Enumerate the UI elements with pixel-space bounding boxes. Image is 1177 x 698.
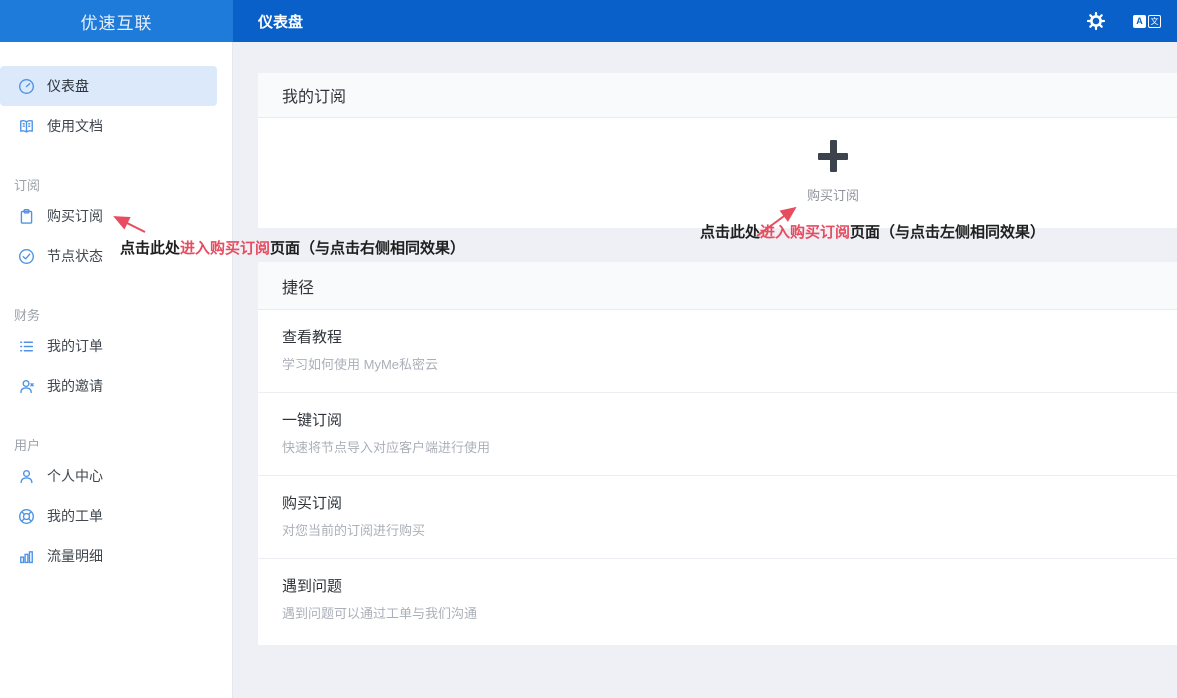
shortcuts-card: 捷径 查看教程 学习如何使用 MyMe私密云 一键订阅 快速将节点导入对应客户端…: [258, 262, 1177, 645]
buy-subscription-button[interactable]: 购买订阅: [807, 140, 859, 204]
annotation-highlight: 进入购买订阅: [760, 224, 850, 241]
sidebar-section-user: 用户: [0, 436, 232, 456]
sidebar-item-label: 我的工单: [47, 506, 103, 526]
lifebuoy-icon: [18, 508, 35, 525]
sidebar-item-docs[interactable]: 使用文档: [0, 106, 232, 146]
shortcut-subtitle: 快速将节点导入对应客户端进行使用: [282, 437, 1153, 456]
sidebar-item-label: 仪表盘: [47, 76, 89, 96]
sidebar-item-label: 我的订单: [47, 336, 103, 356]
shortcut-have-problem[interactable]: 遇到问题 遇到问题可以通过工单与我们沟通: [258, 559, 1177, 642]
shortcut-subtitle: 对您当前的订阅进行购买: [282, 520, 1153, 539]
sidebar-item-label: 节点状态: [47, 246, 103, 266]
annotation-text: 页面（与点击右侧相同效果）: [270, 240, 465, 257]
sidebar-section-subscription: 订阅: [0, 176, 232, 196]
my-subscription-card: 我的订阅: [258, 73, 1177, 228]
sidebar-item-label: 购买订阅: [47, 206, 103, 226]
shortcut-title: 一键订阅: [282, 409, 1153, 430]
sidebar: 仪表盘 使用文档 订阅 购买订阅 节点状态 财务: [0, 42, 233, 698]
sidebar-section-finance: 财务: [0, 306, 232, 326]
translate-cjk-glyph: 文: [1148, 15, 1161, 28]
sidebar-item-buy-subscription[interactable]: 购买订阅: [0, 196, 232, 236]
shortcut-title: 遇到问题: [282, 575, 1153, 596]
bar-chart-icon: [18, 548, 35, 565]
shortcut-subtitle: 遇到问题可以通过工单与我们沟通: [282, 603, 1153, 622]
sidebar-item-traffic-detail[interactable]: 流量明细: [0, 536, 232, 576]
gear-icon[interactable]: [1085, 10, 1107, 32]
shortcuts-title: 捷径: [258, 262, 1177, 310]
brand-logo: 优速互联: [0, 0, 233, 42]
shortcut-view-tutorial[interactable]: 查看教程 学习如何使用 MyMe私密云: [258, 310, 1177, 393]
page-title: 仪表盘: [258, 0, 303, 42]
my-subscription-title: 我的订阅: [258, 73, 1177, 118]
sidebar-item-profile[interactable]: 个人中心: [0, 456, 232, 496]
sidebar-item-label: 我的邀请: [47, 376, 103, 396]
topbar: 优速互联 仪表盘 A 文: [0, 0, 1177, 42]
shortcut-subtitle: 学习如何使用 MyMe私密云: [282, 354, 1153, 373]
shortcut-title: 查看教程: [282, 326, 1153, 347]
sidebar-item-label: 使用文档: [47, 116, 103, 136]
book-icon: [18, 118, 35, 135]
order-list-icon: [18, 338, 35, 355]
translate-latin-glyph: A: [1133, 15, 1146, 28]
shortcut-buy-subscription[interactable]: 购买订阅 对您当前的订阅进行购买: [258, 476, 1177, 559]
sidebar-item-label: 个人中心: [47, 466, 103, 486]
sidebar-item-label: 流量明细: [47, 546, 103, 566]
annotation-highlight: 进入购买订阅: [180, 240, 270, 257]
check-circle-icon: [18, 248, 35, 265]
clipboard-icon: [18, 208, 35, 225]
annotation-left: 点击此处进入购买订阅页面（与点击右侧相同效果）: [120, 237, 465, 258]
shortcut-title: 购买订阅: [282, 492, 1153, 513]
topbar-actions: A 文: [1085, 0, 1161, 42]
user-icon: [18, 468, 35, 485]
sidebar-item-dashboard[interactable]: 仪表盘: [0, 66, 217, 106]
plus-icon: [817, 140, 849, 172]
sidebar-item-my-orders[interactable]: 我的订单: [0, 326, 232, 366]
buy-subscription-label: 购买订阅: [807, 185, 859, 204]
shortcut-one-click-subscribe[interactable]: 一键订阅 快速将节点导入对应客户端进行使用: [258, 393, 1177, 476]
annotation-text: 点击此处: [700, 224, 760, 241]
annotation-text: 页面（与点击左侧相同效果）: [850, 224, 1045, 241]
sidebar-item-my-tickets[interactable]: 我的工单: [0, 496, 232, 536]
sidebar-item-my-invites[interactable]: 我的邀请: [0, 366, 232, 406]
annotation-middle: 点击此处进入购买订阅页面（与点击左侧相同效果）: [700, 221, 1045, 242]
annotation-text: 点击此处: [120, 240, 180, 257]
gauge-icon: [18, 78, 35, 95]
invite-user-icon: [18, 378, 35, 395]
translate-icon[interactable]: A 文: [1133, 15, 1161, 28]
